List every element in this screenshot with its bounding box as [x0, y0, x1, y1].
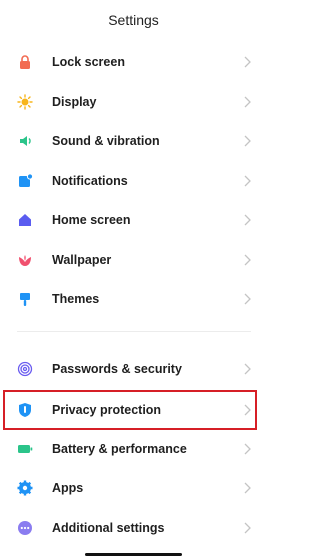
chevron-right-icon: [243, 214, 251, 226]
settings-item-label: Privacy protection: [52, 403, 162, 417]
settings-item-themes[interactable]: Themes: [0, 281, 267, 317]
settings-item-additional-settings[interactable]: Additional settings: [0, 510, 267, 546]
settings-item-label: Notifications: [52, 174, 128, 188]
settings-item-privacy-protection[interactable]: Privacy protection: [0, 392, 267, 428]
sun-icon: [17, 94, 33, 110]
settings-item-apps[interactable]: Apps: [0, 470, 267, 506]
settings-item-label: Sound & vibration: [52, 134, 160, 148]
settings-item-notifications[interactable]: Notifications: [0, 163, 267, 199]
chevron-right-icon: [243, 443, 251, 455]
settings-item-label: Wallpaper: [52, 253, 112, 267]
fingerprint-icon: [17, 361, 33, 377]
settings-item-label: Home screen: [52, 213, 131, 227]
gear-icon: [17, 480, 33, 496]
settings-item-label: Display: [52, 95, 97, 109]
settings-item-battery-performance[interactable]: Battery & performance: [0, 431, 267, 467]
chevron-right-icon: [243, 363, 251, 375]
privacy-shield-icon: [17, 402, 33, 418]
settings-item-label: Additional settings: [52, 521, 165, 535]
settings-item-wallpaper[interactable]: Wallpaper: [0, 242, 267, 278]
speaker-icon: [17, 133, 33, 149]
settings-item-label: Battery & performance: [52, 442, 187, 456]
page-title: Settings: [108, 12, 159, 28]
settings-item-label: Apps: [52, 481, 84, 495]
settings-item-home-screen[interactable]: Home screen: [0, 202, 267, 238]
settings-item-passwords-security[interactable]: Passwords & security: [0, 351, 267, 387]
settings-item-label: Lock screen: [52, 55, 125, 69]
chevron-right-icon: [243, 56, 251, 68]
chevron-right-icon: [243, 293, 251, 305]
chevron-right-icon: [243, 175, 251, 187]
lock-icon: [17, 54, 33, 70]
brush-icon: [17, 291, 33, 307]
settings-item-lock-screen[interactable]: Lock screen: [0, 44, 267, 80]
settings-item-label: Passwords & security: [52, 362, 182, 376]
section-divider: [17, 331, 251, 332]
home-icon: [17, 212, 33, 228]
chevron-right-icon: [243, 96, 251, 108]
more-dots-icon: [17, 520, 33, 536]
chevron-right-icon: [243, 522, 251, 534]
battery-icon: [17, 441, 33, 457]
settings-item-sound-vibration[interactable]: Sound & vibration: [0, 123, 267, 159]
notification-icon: [17, 173, 33, 189]
chevron-right-icon: [243, 135, 251, 147]
chevron-right-icon: [243, 254, 251, 266]
chevron-right-icon: [243, 404, 251, 416]
home-indicator[interactable]: [85, 553, 182, 556]
chevron-right-icon: [243, 482, 251, 494]
settings-item-display[interactable]: Display: [0, 84, 267, 120]
settings-item-label: Themes: [52, 292, 100, 306]
wallpaper-flower-icon: [17, 252, 33, 268]
